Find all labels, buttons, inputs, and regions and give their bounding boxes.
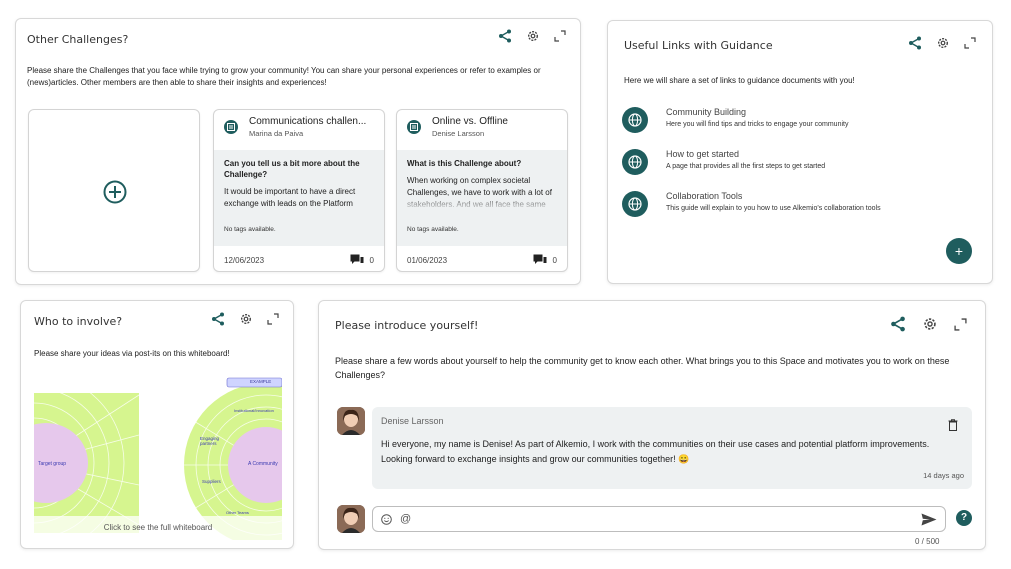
- share-icon[interactable]: [498, 29, 512, 43]
- globe-icon: [622, 149, 648, 175]
- link-title[interactable]: How to get started: [666, 149, 739, 159]
- engaging-label: Engaging partners: [200, 436, 220, 446]
- expand-icon[interactable]: [954, 317, 967, 331]
- other-teams-label: Other Teams: [226, 510, 249, 515]
- settings-gear-icon[interactable]: [922, 316, 938, 332]
- share-icon[interactable]: [890, 316, 906, 332]
- avatar: [337, 505, 365, 533]
- suppliers-label: Suppliers: [202, 479, 221, 484]
- post-tags: No tags available.: [224, 226, 276, 233]
- post-card[interactable]: Online vs. Offline Denise Larsson What i…: [396, 109, 568, 272]
- other-challenges-card: Other Challenges? Please share the Chall…: [15, 18, 581, 285]
- who-to-involve-card: Who to involve? Please share your ideas …: [20, 300, 294, 549]
- post-title: Communications challen...: [249, 116, 367, 127]
- link-description: This guide will explain to you how to us…: [666, 205, 881, 212]
- comment-text: Hi everyone, my name is Denise! As part …: [381, 439, 930, 464]
- card-title: Other Challenges?: [27, 33, 129, 46]
- post-text: When working on complex societal Challen…: [407, 176, 552, 209]
- card-description: Please share a few words about yourself …: [335, 356, 950, 380]
- emoji-icon[interactable]: [381, 513, 392, 525]
- globe-icon: [622, 191, 648, 217]
- institutional-label: Institutional/Innovation: [234, 408, 274, 413]
- post-card[interactable]: Communications challen... Marina da Paiv…: [213, 109, 385, 272]
- avatar: [337, 407, 365, 435]
- share-icon[interactable]: [211, 312, 225, 326]
- comments-count: 0: [369, 255, 374, 265]
- target-group-label: Target group: [38, 461, 67, 467]
- post-date: 12/06/2023: [224, 255, 265, 265]
- card-title: Who to involve?: [34, 315, 123, 328]
- post-author: Denise Larsson: [432, 129, 485, 138]
- link-title[interactable]: Community Building: [666, 107, 746, 117]
- comments-icon: [533, 254, 547, 264]
- delete-trash-icon[interactable]: [948, 419, 958, 431]
- post-question: What is this Challenge about?: [407, 159, 522, 168]
- example-label: EXAMPLE: [250, 379, 272, 384]
- comment-input[interactable]: @: [372, 506, 946, 532]
- add-link-button[interactable]: +: [946, 238, 972, 264]
- expand-icon[interactable]: [964, 37, 976, 49]
- card-title: Please introduce yourself!: [335, 319, 479, 332]
- post-author: Marina da Paiva: [249, 129, 304, 138]
- link-item[interactable]: How to get started A page that provides …: [622, 149, 962, 181]
- post-date: 01/06/2023: [407, 255, 448, 265]
- useful-links-card: Useful Links with Guidance Here we will …: [607, 20, 993, 284]
- send-icon[interactable]: [921, 513, 937, 526]
- comments-count: 0: [552, 255, 557, 265]
- post-text: It would be important to have a direct e…: [224, 187, 356, 208]
- card-description: Please share your ideas via post-its on …: [34, 349, 230, 358]
- globe-icon: [622, 107, 648, 133]
- comments-icon: [350, 254, 364, 264]
- mention-at-icon[interactable]: @: [400, 513, 411, 525]
- add-circle-icon[interactable]: [103, 180, 127, 204]
- post-tags: No tags available.: [407, 226, 459, 233]
- post-icon: [224, 120, 238, 134]
- settings-gear-icon[interactable]: [239, 312, 253, 326]
- whiteboard-caption[interactable]: Click to see the full whiteboard: [34, 516, 282, 540]
- link-description: A page that provides all the first steps…: [666, 163, 826, 170]
- post-title: Online vs. Offline: [432, 116, 508, 127]
- comment: Denise Larsson Hi everyone, my name is D…: [372, 407, 972, 489]
- card-title: Useful Links with Guidance: [624, 39, 773, 52]
- post-question: Can you tell us a bit more about the Cha…: [224, 159, 360, 179]
- post-icon: [407, 120, 421, 134]
- introduce-yourself-card: Please introduce yourself! Please share …: [318, 300, 986, 550]
- community-label: A Community: [248, 461, 278, 467]
- help-icon[interactable]: ?: [956, 510, 972, 526]
- whiteboard-preview[interactable]: EXAMPLE Target group A Community Engagin…: [34, 375, 282, 540]
- link-item[interactable]: Community Building Here you will find ti…: [622, 107, 962, 139]
- card-description: Please share the Challenges that you fac…: [27, 66, 541, 87]
- settings-gear-icon[interactable]: [936, 36, 950, 50]
- link-title[interactable]: Collaboration Tools: [666, 191, 742, 201]
- comment-time: 14 days ago: [923, 471, 964, 480]
- comment-author: Denise Larsson: [381, 416, 444, 426]
- character-counter: 0 / 500: [915, 537, 940, 546]
- settings-gear-icon[interactable]: [526, 29, 540, 43]
- link-description: Here you will find tips and tricks to en…: [666, 121, 849, 128]
- card-description: Here we will share a set of links to gui…: [624, 76, 855, 85]
- add-post-tile[interactable]: [28, 109, 200, 272]
- expand-icon[interactable]: [554, 30, 566, 42]
- link-item[interactable]: Collaboration Tools This guide will expl…: [622, 191, 962, 223]
- expand-icon[interactable]: [267, 313, 279, 325]
- share-icon[interactable]: [908, 36, 922, 50]
